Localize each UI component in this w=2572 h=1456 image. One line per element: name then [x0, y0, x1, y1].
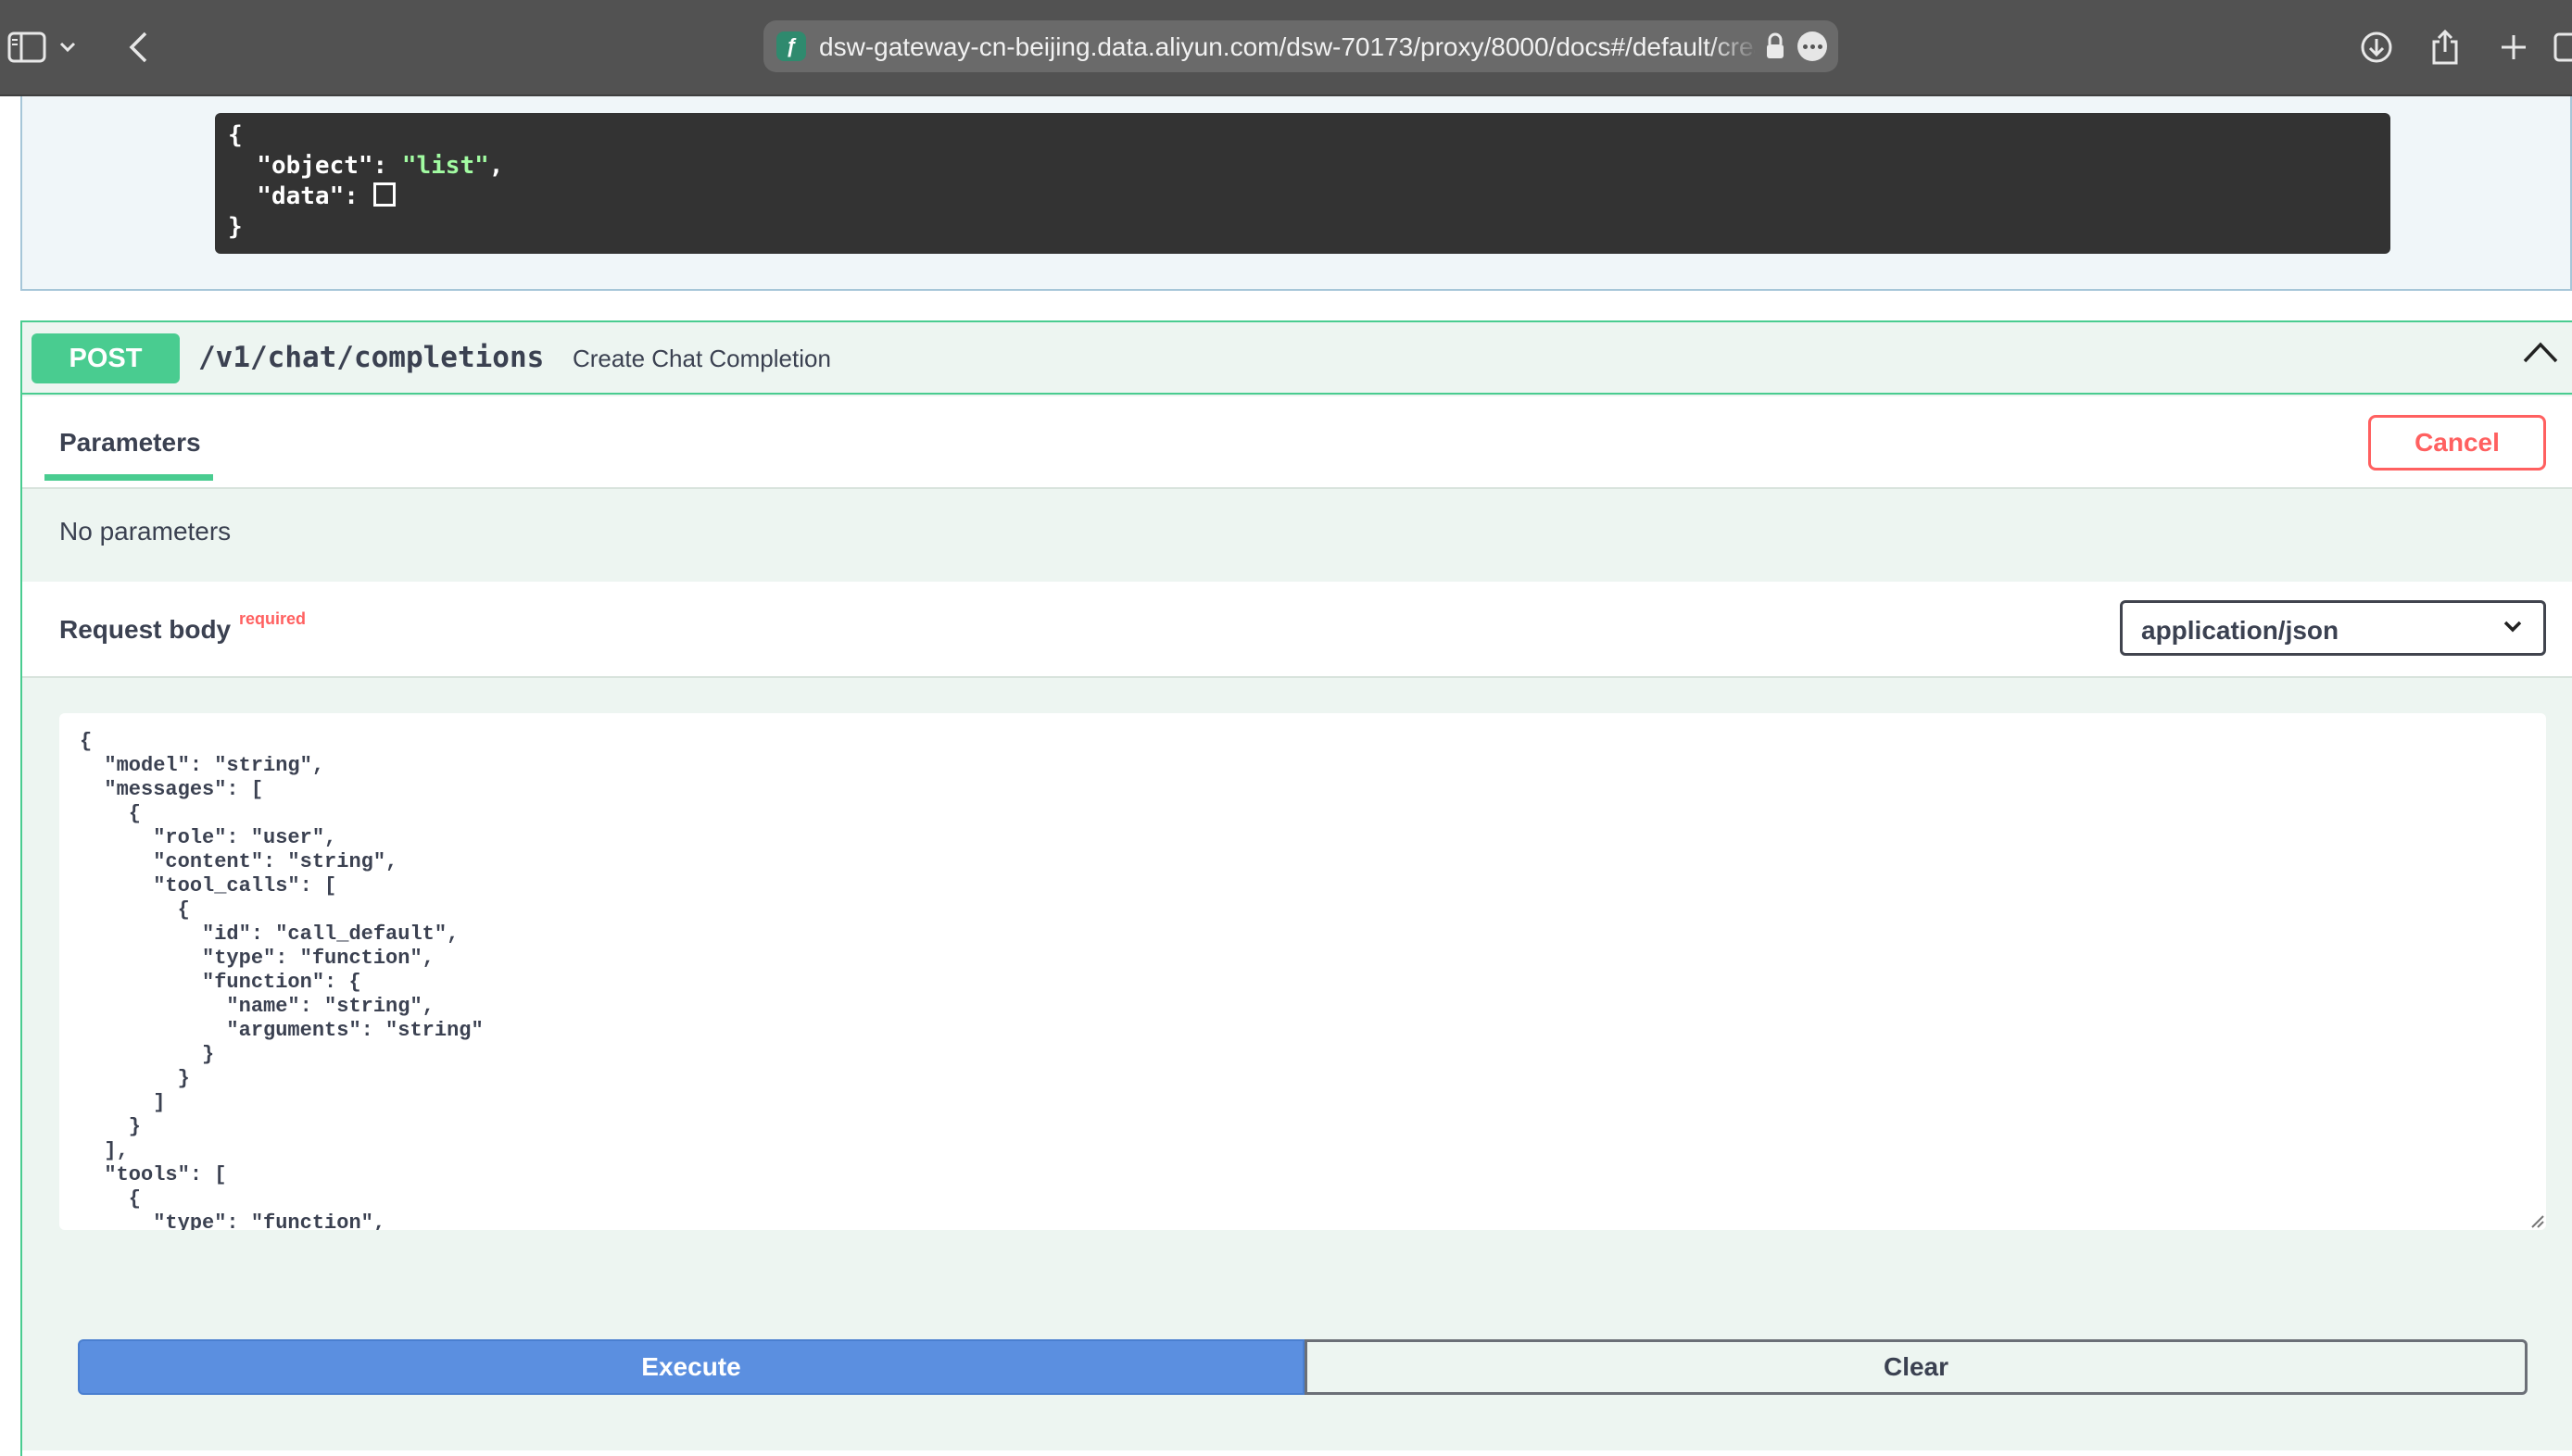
sidebar-icon[interactable]	[4, 24, 50, 70]
back-icon[interactable]	[115, 24, 161, 70]
execute-button[interactable]: Execute	[78, 1339, 1305, 1395]
operation-bottom-edge	[22, 1450, 2572, 1456]
code-string-value: "list"	[401, 152, 489, 180]
chevron-down-icon[interactable]	[54, 24, 82, 70]
operation-summary[interactable]: POST /v1/chat/completions Create Chat Co…	[20, 322, 2572, 395]
response-example-code: { "object": "list", "data": }	[215, 113, 2390, 254]
chevron-up-icon[interactable]	[2522, 339, 2559, 370]
code-line: }	[228, 213, 243, 241]
tab-active-indicator	[44, 474, 213, 481]
required-label: required	[239, 609, 307, 628]
resize-handle-icon[interactable]	[2529, 1213, 2544, 1233]
cancel-button[interactable]: Cancel	[2368, 415, 2546, 471]
url-text[interactable]: dsw-gateway-cn-beijing.data.aliyun.com/d…	[819, 32, 1755, 62]
request-body-title: Request body	[59, 615, 232, 644]
code-line: {	[228, 121, 243, 149]
no-parameters-text: No parameters	[59, 517, 232, 546]
share-icon[interactable]	[2422, 24, 2468, 70]
content-type-value: application/json	[2141, 616, 2339, 645]
empty-array-icon	[372, 182, 396, 207]
browser-toolbar: ƒ dsw-gateway-cn-beijing.data.aliyun.com…	[0, 0, 2572, 96]
operation-description: Create Chat Completion	[573, 345, 831, 372]
download-icon[interactable]	[2353, 24, 2400, 70]
tab-overview-icon[interactable]	[2550, 24, 2572, 70]
url-fade	[1708, 28, 1760, 65]
method-badge: POST	[32, 333, 180, 383]
clear-button[interactable]: Clear	[1305, 1339, 2528, 1395]
operation-path: /v1/chat/completions	[198, 341, 545, 374]
content-type-select[interactable]: application/json	[2120, 600, 2546, 656]
request-body-textarea[interactable]: { "model": "string", "messages": [ { "ro…	[59, 713, 2546, 1230]
tab-parameters[interactable]: Parameters	[59, 428, 201, 458]
parameters-header: Parameters Cancel	[22, 396, 2572, 489]
site-favicon-icon: ƒ	[776, 31, 806, 61]
address-bar[interactable]: ƒ dsw-gateway-cn-beijing.data.aliyun.com…	[763, 20, 1838, 72]
lock-icon	[1764, 31, 1786, 66]
chevron-down-icon	[2503, 620, 2523, 639]
request-body-header: Request body required application/json	[22, 582, 2572, 678]
new-tab-icon[interactable]	[2490, 24, 2537, 70]
more-icon[interactable]	[1797, 31, 1827, 61]
